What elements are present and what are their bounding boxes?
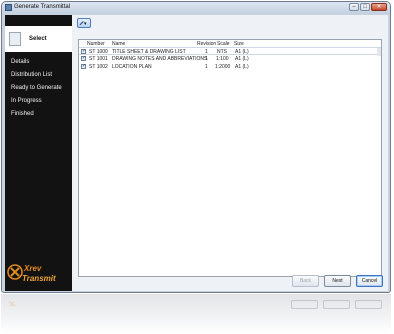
window-controls: – □ ✕ xyxy=(349,3,387,11)
maximize-button[interactable]: □ xyxy=(360,3,370,11)
logo-primary: Xrev xyxy=(23,264,42,273)
cancel-button-reflection xyxy=(355,300,382,309)
wizard-sidebar: Select Details Distribution List Ready t… xyxy=(5,15,76,291)
step-distribution-list[interactable]: Distribution List xyxy=(11,72,52,78)
window-title: Generate Transmittal xyxy=(14,4,71,10)
row-size: A1 (L) xyxy=(235,64,249,70)
row-scale: 1:100 xyxy=(216,56,229,62)
row-name: LOCATION PLAN xyxy=(112,64,152,70)
back-button-reflection xyxy=(291,300,318,309)
step-select[interactable]: Select xyxy=(5,26,76,52)
table-row[interactable]: ST 1000 TITLE SHEET & DRAWING LIST 1 NTS… xyxy=(79,47,381,56)
back-button[interactable]: Back xyxy=(292,275,319,287)
edit-menu-button[interactable]: ▾ xyxy=(77,18,91,28)
logo-reflection: ✕ xyxy=(8,299,15,308)
title-bar: Generate Transmittal – □ ✕ xyxy=(2,2,390,14)
row-number: ST 1002 xyxy=(89,64,108,70)
step-details[interactable]: Details xyxy=(11,59,29,65)
row-revision: 1 xyxy=(205,64,208,70)
row-checkbox[interactable] xyxy=(81,54,86,62)
minimize-button[interactable]: – xyxy=(349,3,359,11)
row-scale: 1:2000 xyxy=(215,64,231,70)
main-content: ▾ Number Name Revision Scale Size ST 100… xyxy=(72,15,388,291)
step-in-progress[interactable]: In Progress xyxy=(11,98,42,104)
row-name: DRAWING NOTES AND ABBREVIATIONS xyxy=(112,56,208,62)
step-select-label: Select xyxy=(29,36,47,42)
next-button[interactable]: Next xyxy=(324,275,351,287)
cancel-button[interactable]: Cancel xyxy=(356,275,383,287)
table-row[interactable]: ST 1002 LOCATION PLAN 1 1:2000 A1 (L) xyxy=(79,62,381,71)
row-number: ST 1001 xyxy=(89,56,108,62)
chevron-down-icon: ▾ xyxy=(84,21,87,27)
drawing-grid: Number Name Revision Scale Size ST 1000 … xyxy=(78,39,382,277)
step-finished[interactable]: Finished xyxy=(11,111,34,117)
app-icon xyxy=(5,4,12,11)
row-size: A1 (L) xyxy=(235,56,249,62)
row-checkbox[interactable] xyxy=(81,62,86,70)
row-revision: 1 xyxy=(205,56,208,62)
logo-secondary: Transmit xyxy=(22,274,56,283)
close-button[interactable]: ✕ xyxy=(371,3,387,11)
next-button-reflection xyxy=(323,300,350,309)
xrev-transmit-logo: Xrev Transmit xyxy=(7,264,56,283)
app-window: Generate Transmittal – □ ✕ Select Detail… xyxy=(1,1,391,293)
step-ready-to-generate[interactable]: Ready to Generate xyxy=(11,85,62,91)
document-icon xyxy=(9,32,21,46)
table-row[interactable]: ST 1001 DRAWING NOTES AND ABBREVIATIONS … xyxy=(79,54,381,63)
